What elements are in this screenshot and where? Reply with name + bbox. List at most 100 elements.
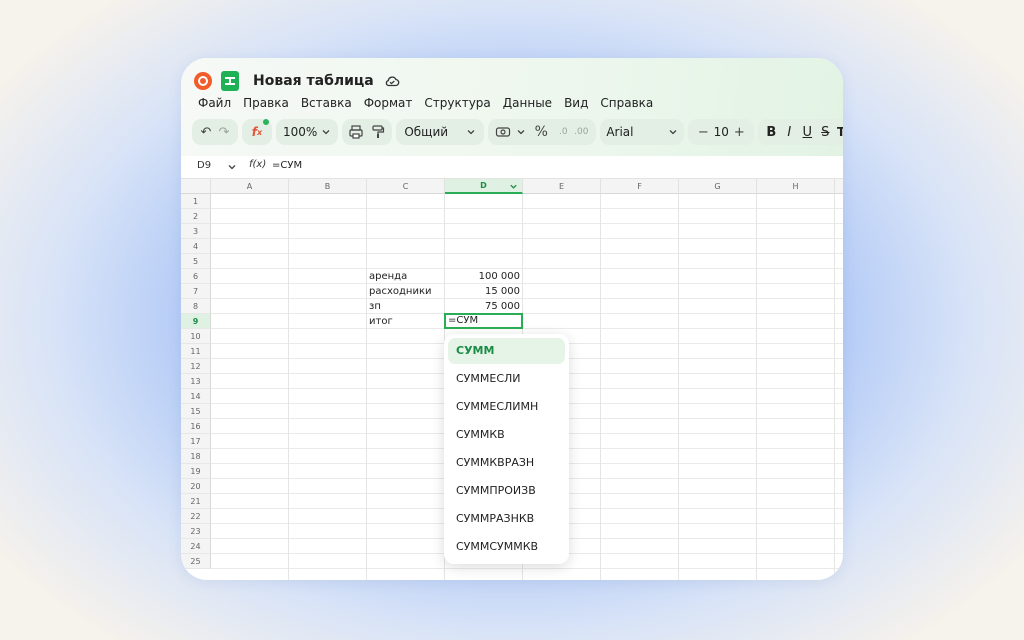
cell-c8[interactable]: зп xyxy=(369,299,381,314)
row-header[interactable]: 23 xyxy=(181,524,211,539)
chevron-down-icon[interactable] xyxy=(509,182,518,191)
cell-c6[interactable]: аренда xyxy=(369,269,407,284)
insert-function-button[interactable]: fx xyxy=(248,119,269,143)
menu-structure[interactable]: Структура xyxy=(424,96,490,110)
autocomplete-item[interactable]: СУММПРОИЗВ xyxy=(448,478,565,504)
font-dropdown[interactable]: Arial xyxy=(600,119,685,145)
column-header-d[interactable]: D xyxy=(445,179,523,194)
underline-button[interactable]: U xyxy=(798,121,816,143)
italic-button[interactable]: I xyxy=(780,121,798,143)
font-name: Arial xyxy=(606,125,634,139)
row-header[interactable]: 18 xyxy=(181,449,211,464)
row-header[interactable]: 8 xyxy=(181,299,211,314)
column-header-extra[interactable] xyxy=(835,179,843,194)
chevron-down-icon[interactable] xyxy=(516,127,526,137)
row-header[interactable]: 24 xyxy=(181,539,211,554)
text-style-button[interactable]: TI xyxy=(834,121,843,143)
menu-view[interactable]: Вид xyxy=(564,96,588,110)
text-style-group: B I U S TI xyxy=(758,119,843,145)
row-header[interactable]: 3 xyxy=(181,224,211,239)
row-header[interactable]: 10 xyxy=(181,329,211,344)
print-group xyxy=(342,119,393,145)
title-bar: Новая таблица xyxy=(194,70,400,92)
decimal-increase-icon[interactable]: .00 xyxy=(572,121,590,143)
font-size-value[interactable]: 10 xyxy=(714,125,729,139)
column-header-h[interactable]: H xyxy=(757,179,835,194)
row-header[interactable]: 2 xyxy=(181,209,211,224)
menu-file[interactable]: Файл xyxy=(198,96,231,110)
row-header[interactable]: 9 xyxy=(181,314,211,329)
row-header[interactable]: 13 xyxy=(181,374,211,389)
autocomplete-item[interactable]: СУММКВРАЗН xyxy=(448,450,565,476)
menu-insert[interactable]: Вставка xyxy=(301,96,352,110)
cell-c9[interactable]: итог xyxy=(369,314,393,329)
decimal-decrease-icon[interactable]: .0 xyxy=(554,121,572,143)
row-header[interactable]: 21 xyxy=(181,494,211,509)
chevron-down-icon[interactable] xyxy=(227,162,237,172)
corner-cell[interactable] xyxy=(181,179,211,194)
redo-icon[interactable]: ↷ xyxy=(215,121,233,143)
fx-icon: f(x) xyxy=(249,159,267,170)
row-header[interactable]: 1 xyxy=(181,194,211,209)
cell-d6[interactable]: 100 000 xyxy=(445,269,520,284)
column-header-e[interactable]: E xyxy=(523,179,601,194)
increase-font-size-button[interactable]: + xyxy=(730,121,748,143)
formula-autocomplete-list: СУММ СУММЕСЛИ СУММЕСЛИМН СУММКВ СУММКВРА… xyxy=(444,334,569,564)
active-cell-input[interactable]: =СУМ xyxy=(448,315,478,327)
bold-button[interactable]: B xyxy=(762,121,780,143)
row-header[interactable]: 20 xyxy=(181,479,211,494)
cell-c7[interactable]: расходники xyxy=(369,284,432,299)
menu-format[interactable]: Формат xyxy=(364,96,413,110)
cell-reference[interactable]: D9 xyxy=(197,160,211,171)
toolbar: ↶ ↷ fx 100% Общий % .0 .00 Arial − 10 + … xyxy=(192,118,843,146)
autocomplete-item[interactable]: СУММРАЗНКВ xyxy=(448,506,565,532)
column-header-a[interactable]: A xyxy=(211,179,289,194)
strikethrough-button[interactable]: S xyxy=(816,121,834,143)
history-group: ↶ ↷ xyxy=(192,119,238,145)
column-header-b[interactable]: B xyxy=(289,179,367,194)
menu-help[interactable]: Справка xyxy=(600,96,653,110)
row-header[interactable]: 19 xyxy=(181,464,211,479)
row-header[interactable]: 4 xyxy=(181,239,211,254)
document-title[interactable]: Новая таблица xyxy=(253,73,374,89)
decrease-font-size-button[interactable]: − xyxy=(694,121,712,143)
currency-icon[interactable] xyxy=(494,124,512,140)
menu-edit[interactable]: Правка xyxy=(243,96,289,110)
row-header[interactable]: 16 xyxy=(181,419,211,434)
cloud-sync-icon[interactable] xyxy=(384,73,400,89)
autocomplete-item[interactable]: СУММСУММКВ xyxy=(448,534,565,560)
autocomplete-item[interactable]: СУММЕСЛИ xyxy=(448,366,565,392)
percent-button[interactable]: % xyxy=(532,121,550,143)
row-header[interactable]: 25 xyxy=(181,554,211,569)
autocomplete-item[interactable]: СУММ xyxy=(448,338,565,364)
chevron-down-icon xyxy=(322,130,330,135)
column-header-c[interactable]: C xyxy=(367,179,445,194)
header-area: Новая таблица Файл Правка Вставка Формат… xyxy=(181,58,843,156)
row-header[interactable]: 11 xyxy=(181,344,211,359)
row-header[interactable]: 15 xyxy=(181,404,211,419)
autocomplete-item[interactable]: СУММКВ xyxy=(448,422,565,448)
row-header[interactable]: 5 xyxy=(181,254,211,269)
paint-format-icon[interactable] xyxy=(369,124,387,140)
cell-d8[interactable]: 75 000 xyxy=(445,299,520,314)
autocomplete-item[interactable]: СУММЕСЛИМН xyxy=(448,394,565,420)
row-header[interactable]: 17 xyxy=(181,434,211,449)
active-cell-d9[interactable]: =СУМ xyxy=(444,313,523,329)
app-logo-icon[interactable] xyxy=(194,72,212,90)
row-header[interactable]: 22 xyxy=(181,509,211,524)
chevron-down-icon xyxy=(467,130,475,135)
row-header[interactable]: 6 xyxy=(181,269,211,284)
row-header[interactable]: 14 xyxy=(181,389,211,404)
row-header[interactable]: 12 xyxy=(181,359,211,374)
column-header-f[interactable]: F xyxy=(601,179,679,194)
number-format-dropdown[interactable]: Общий xyxy=(396,119,485,145)
print-icon[interactable] xyxy=(347,124,365,140)
cell-d7[interactable]: 15 000 xyxy=(445,284,520,299)
menu-bar: Файл Правка Вставка Формат Структура Дан… xyxy=(198,96,665,110)
formula-input[interactable]: =СУМ xyxy=(272,160,302,171)
column-header-g[interactable]: G xyxy=(679,179,757,194)
menu-data[interactable]: Данные xyxy=(503,96,552,110)
zoom-dropdown[interactable]: 100% xyxy=(276,119,339,145)
row-header[interactable]: 7 xyxy=(181,284,211,299)
undo-icon[interactable]: ↶ xyxy=(197,121,215,143)
